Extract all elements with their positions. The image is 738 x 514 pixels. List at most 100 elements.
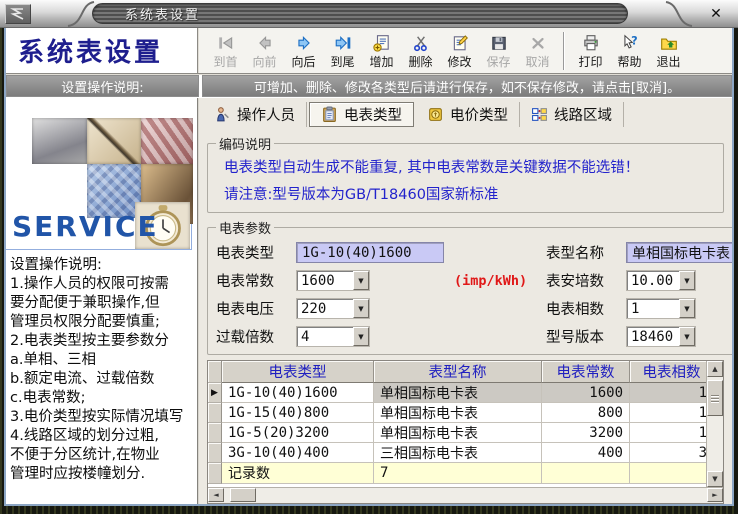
- scroll-up-icon[interactable]: ▲: [707, 361, 723, 377]
- scroll-right-icon[interactable]: ►: [707, 488, 723, 502]
- overload-label: 过载倍数: [216, 326, 296, 347]
- title-curve-left: [66, 0, 96, 28]
- pen-photo: [87, 118, 141, 164]
- service-collage: SERVICE: [6, 118, 192, 250]
- chevron-down-icon[interactable]: ▼: [353, 327, 369, 346]
- record-count-label: 记录数: [222, 463, 374, 484]
- delete-button[interactable]: 删除: [402, 30, 439, 72]
- toolbar-separator: [563, 32, 565, 70]
- exit-button[interactable]: 退出: [650, 30, 687, 72]
- table-row[interactable]: 3G-10(40)400 三相国标电卡表 400 3: [208, 443, 706, 463]
- go-first-button[interactable]: 到首: [207, 30, 244, 72]
- toolbar: 到首 向前 向后 到尾 增加: [199, 28, 732, 73]
- save-button[interactable]: 保存: [480, 30, 517, 72]
- floppy-disk-icon: [489, 32, 509, 52]
- record-count-value: 7: [374, 463, 542, 484]
- col-header-phases: 电表相数: [630, 361, 706, 383]
- tab-operators[interactable]: 操作人员: [203, 102, 307, 127]
- voltage-label: 电表电压: [216, 298, 296, 319]
- horizontal-scrollbar[interactable]: ◄ ►: [208, 487, 723, 503]
- left-panel-header: 设置操作说明:: [6, 75, 199, 97]
- app-icon: [5, 4, 31, 24]
- hint-bar: 可增加、删除、修改各类型后请进行保存，如不保存修改，请点击[取消]。: [202, 75, 732, 97]
- hscroll-thumb[interactable]: [230, 488, 256, 502]
- title-capsule: 系统表设置: [92, 3, 628, 24]
- col-header-model-name: 表型名称: [374, 361, 542, 383]
- meter-constant-unit: (imp/kWh): [448, 273, 546, 289]
- meter-constant-label: 电表常数: [216, 270, 296, 291]
- current-row-marker: ▶: [208, 383, 222, 403]
- title-bar[interactable]: 系统表设置 ✕: [0, 0, 738, 28]
- record-count-row: 记录数 7: [208, 463, 706, 484]
- close-button[interactable]: ✕: [706, 5, 726, 23]
- print-button[interactable]: 打印: [572, 30, 609, 72]
- table-row[interactable]: 1G-15(40)800 单相国标电卡表 800 1: [208, 403, 706, 423]
- person-icon: [214, 106, 231, 123]
- page-title-cell: 系统表设置: [6, 28, 199, 73]
- chevron-down-icon[interactable]: ▼: [679, 299, 695, 318]
- add-record-icon: [372, 32, 392, 52]
- table-row[interactable]: 1G-5(20)3200 单相国标电卡表 3200 1: [208, 423, 706, 443]
- info-bars: 设置操作说明: 可增加、删除、修改各类型后请进行保存，如不保存修改，请点击[取消…: [6, 75, 732, 98]
- overload-combo[interactable]: 4 ▼: [296, 326, 370, 347]
- go-next-icon: [294, 32, 314, 52]
- svg-text:?: ?: [631, 34, 638, 47]
- meter-type-field[interactable]: 1G-10(40)1600: [296, 242, 444, 263]
- go-last-button[interactable]: 到尾: [324, 30, 361, 72]
- modify-button[interactable]: 修改: [441, 30, 478, 72]
- chevron-down-icon[interactable]: ▼: [353, 271, 369, 290]
- tab-line-region[interactable]: 线路区域: [520, 102, 624, 127]
- window-title: 系统表设置: [93, 4, 200, 23]
- chevron-down-icon[interactable]: ▼: [679, 271, 695, 290]
- page-title: 系统表设置: [6, 32, 163, 69]
- go-prev-button[interactable]: 向前: [246, 30, 283, 72]
- scroll-left-icon[interactable]: ◄: [208, 488, 224, 502]
- cancel-button[interactable]: 取消: [519, 30, 556, 72]
- instructions-panel: SERVICE 设置操作说明: 1.操作人员的权限可按需 要分配便于兼职操作,但…: [6, 98, 199, 504]
- vertical-scrollbar[interactable]: ▲ ▼: [706, 361, 723, 487]
- title-curve-right: [664, 0, 694, 28]
- phases-label: 电表相数: [546, 298, 626, 319]
- exit-folder-icon: [659, 32, 679, 52]
- help-button[interactable]: ? 帮助: [611, 30, 648, 72]
- edit-form-icon: [450, 32, 470, 52]
- phone-photo: [32, 118, 87, 164]
- toolbar-row: 系统表设置 到首 向前 向后 到尾: [6, 28, 732, 75]
- model-name-label: 表型名称: [546, 242, 626, 263]
- table-row[interactable]: ▶ 1G-10(40)1600 单相国标电卡表 1600 1: [208, 383, 706, 403]
- col-header-meter-constant: 电表常数: [542, 361, 630, 383]
- model-name-field[interactable]: 单相国标电卡表: [626, 242, 732, 263]
- phases-combo[interactable]: 1 ▼: [626, 298, 696, 319]
- meter-constant-combo[interactable]: 1600 ▼: [296, 270, 370, 291]
- pencils-photo: [141, 118, 193, 164]
- vscroll-thumb[interactable]: [707, 380, 723, 416]
- tab-price-type[interactable]: 电价类型: [416, 102, 520, 127]
- version-combo[interactable]: 18460 ▼: [626, 326, 696, 347]
- add-button[interactable]: 增加: [363, 30, 400, 72]
- ampere-label: 表安培数: [546, 270, 626, 291]
- voltage-combo[interactable]: 220 ▼: [296, 298, 370, 319]
- version-label: 型号版本: [546, 326, 626, 347]
- settings-panel: 操作人员 电表类型 电价类型 线路区域: [199, 98, 732, 504]
- ampere-combo[interactable]: 10.00 ▼: [626, 270, 696, 291]
- grid-gutter-header: [208, 361, 222, 383]
- region-boxes-icon: [531, 106, 548, 123]
- scroll-down-icon[interactable]: ▼: [707, 471, 723, 487]
- chevron-down-icon[interactable]: ▼: [353, 299, 369, 318]
- scissors-icon: [411, 32, 431, 52]
- tab-meter-type[interactable]: 电表类型: [309, 102, 414, 127]
- col-header-meter-type: 电表类型: [222, 361, 374, 383]
- meter-params-legend: 电表参数: [216, 218, 274, 237]
- encoding-note-2: 请注意:型号版本为GB/T18460国家新标准: [216, 182, 715, 209]
- go-first-icon: [216, 32, 236, 52]
- service-wordmark: SERVICE: [12, 210, 159, 243]
- help-cursor-icon: ?: [620, 32, 640, 52]
- meter-type-label: 电表类型: [216, 242, 296, 263]
- coin-icon: [427, 106, 444, 123]
- chevron-down-icon[interactable]: ▼: [679, 327, 695, 346]
- grid-header-row: 电表类型 表型名称 电表常数 电表相数: [208, 361, 706, 383]
- operation-instructions: 设置操作说明: 1.操作人员的权限可按需 要分配便于兼职操作,但 管理员权限分配…: [6, 250, 197, 484]
- go-next-button[interactable]: 向后: [285, 30, 322, 72]
- tab-bar: 操作人员 电表类型 电价类型 线路区域: [199, 98, 732, 129]
- printer-icon: [581, 32, 601, 52]
